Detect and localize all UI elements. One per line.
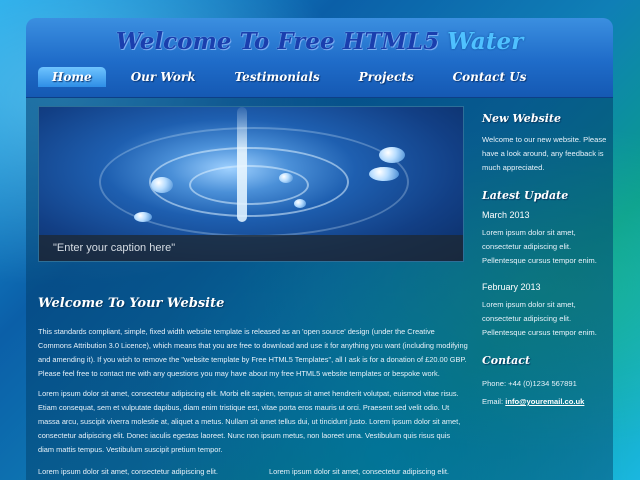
water-drop: [294, 199, 306, 208]
menu-item-projects[interactable]: Projects: [345, 67, 428, 87]
intro-paragraph: This standards compliant, simple, fixed …: [38, 327, 468, 378]
column-right-text: Lorem ipsum dolor sit amet, consectetur …: [269, 467, 449, 476]
water-drop: [134, 212, 152, 222]
water-stream: [237, 107, 247, 222]
update-date: February 2013: [482, 282, 541, 292]
column-left-text: Lorem ipsum dolor sit amet, consectetur …: [38, 467, 218, 476]
logo-main-text: Welcome To Free HTML5: [115, 28, 440, 55]
sidebar: New Website Welcome to our new website. …: [482, 112, 607, 411]
slideshow-caption: "Enter your caption here": [39, 235, 463, 261]
slideshow-image[interactable]: "Enter your caption here": [38, 106, 464, 262]
water-drop: [279, 173, 293, 183]
banner: Welcome To Free HTML5 Water Home Our Wor…: [26, 18, 613, 98]
water-drop: [369, 167, 399, 181]
contact-heading: Contact: [482, 354, 531, 367]
two-column-section: Lorem ipsum dolor sit amet, consectetur …: [38, 465, 468, 480]
contact-email-line: Email: info@youremail.co.uk: [482, 393, 607, 411]
site-logo[interactable]: Welcome To Free HTML5 Water: [26, 28, 613, 55]
content-area: "Enter your caption here" Welcome To You…: [26, 98, 613, 480]
main-menu: Home Our Work Testimonials Projects Cont…: [38, 67, 601, 89]
water-drop: [379, 147, 405, 163]
new-website-text: Welcome to our new website. Please have …: [482, 135, 607, 172]
menu-item-contact-us[interactable]: Contact Us: [439, 67, 541, 87]
menu-item-our-work[interactable]: Our Work: [117, 67, 210, 87]
email-label: Email:: [482, 397, 504, 406]
menu-item-home[interactable]: Home: [38, 67, 106, 87]
email-link[interactable]: info@youremail.co.uk: [505, 397, 584, 406]
update-text: Lorem ipsum dolor sit amet, consectetur …: [482, 228, 597, 265]
logo-accent-text: Water: [447, 28, 524, 55]
page-title: Welcome To Your Website: [38, 296, 225, 311]
update-text: Lorem ipsum dolor sit amet, consectetur …: [482, 300, 597, 337]
update-date: March 2013: [482, 210, 530, 220]
site-container: Welcome To Free HTML5 Water Home Our Wor…: [26, 18, 613, 480]
water-drop: [151, 177, 173, 193]
main-content: Welcome To Your Website This standards c…: [38, 296, 468, 480]
contact-phone: Phone: +44 (0)1234 567891: [482, 379, 577, 388]
menu-item-testimonials[interactable]: Testimonials: [221, 67, 334, 87]
new-website-heading: New Website: [482, 112, 561, 125]
body-paragraph: Lorem ipsum dolor sit amet, consectetur …: [38, 389, 461, 454]
latest-update-heading: Latest Update: [482, 189, 569, 202]
